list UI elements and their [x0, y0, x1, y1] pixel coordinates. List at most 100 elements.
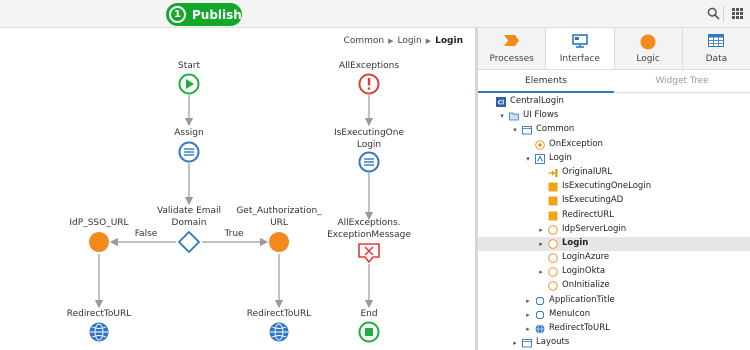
svg-text:Cl: Cl [498, 100, 504, 107]
tree-item[interactable]: ▸ Layouts [478, 336, 750, 350]
false-branch-label: False [135, 229, 158, 239]
tab-processes-label: Processes [489, 54, 534, 64]
tab-interface[interactable]: Interface [546, 28, 615, 69]
flow-icon [522, 339, 532, 348]
tree-item-label: RedirectToURL [549, 323, 610, 333]
local-variable-icon [548, 182, 558, 192]
folder-icon [509, 112, 519, 121]
idp-sso-url-label: IdP_SSO_URL [69, 218, 128, 228]
redirect-right-node[interactable] [269, 322, 289, 342]
tree-item[interactable]: OnInitialize [478, 279, 750, 293]
tree-item-label: OriginalURL [562, 166, 613, 177]
collapse-toggle-icon[interactable]: ▾ [511, 126, 519, 134]
assign-label: Assign [174, 128, 203, 138]
all-exceptions-handler-node[interactable] [358, 73, 380, 95]
tree-item-label: RedirectURL [562, 209, 614, 220]
tree-item-label: Login [549, 152, 572, 163]
expand-toggle-icon[interactable]: ▸ [524, 297, 532, 305]
tree-item-label: OnInitialize [562, 280, 610, 291]
expand-toggle-icon[interactable]: ▸ [537, 268, 545, 276]
end-node[interactable] [358, 321, 380, 343]
validate-email-label-line2: Domain [172, 218, 207, 228]
local-variable-icon [548, 196, 558, 206]
app-window: 1 Publish Common ▶ Login ▶ Login Start A… [0, 0, 750, 350]
tree-item-label: LoginOkta [562, 266, 606, 277]
collapse-toggle-icon[interactable]: ▾ [524, 155, 532, 163]
tree-item[interactable]: Cl CentralLogin [478, 95, 750, 109]
exception-message-label-line1: AllExceptions. [338, 218, 401, 228]
flow-connectors [94, 95, 374, 309]
flow-canvas[interactable]: Common ▶ Login ▶ Login Start Assign Vali… [0, 28, 475, 350]
exception-message-node[interactable] [358, 243, 380, 264]
tree-item[interactable]: OriginalURL [478, 166, 750, 180]
expand-toggle-icon[interactable]: ▸ [537, 240, 545, 248]
action-icon [548, 267, 558, 278]
input-parameter-icon [548, 168, 558, 177]
redirect-right-label: RedirectToURL [247, 309, 311, 319]
tree-item-label: Common [536, 124, 575, 135]
is-executing-one-login-label-line1: IsExecutingOne [334, 128, 405, 138]
publish-number: 1 [169, 6, 186, 23]
tab-interface-label: Interface [559, 54, 601, 64]
tree-item[interactable]: IsExecutingAD [478, 194, 750, 208]
start-label: Start [178, 61, 200, 71]
stop-icon [365, 328, 373, 336]
tree-item[interactable]: ▸ MenuIcon [478, 308, 750, 322]
search-icon[interactable] [707, 7, 720, 20]
data-table-icon [708, 34, 725, 47]
expand-toggle-icon[interactable]: ▸ [524, 325, 532, 333]
tab-processes[interactable]: Processes [478, 28, 547, 69]
end-label: End [360, 309, 377, 319]
logic-icon [640, 34, 656, 50]
tab-logic[interactable]: Logic [615, 28, 683, 69]
tree-item[interactable]: LoginAzure [478, 251, 750, 265]
tree-item[interactable]: IsExecutingOneLogin [478, 180, 750, 194]
tree-item[interactable]: ▸ ApplicationTitle [478, 294, 750, 308]
action-icon [548, 224, 558, 235]
tree-item[interactable]: ▸ LoginOkta [478, 265, 750, 279]
subtab-elements[interactable]: Elements [478, 70, 614, 93]
expand-toggle-icon[interactable]: ▸ [524, 311, 532, 319]
redirect-left-node[interactable] [89, 322, 109, 342]
tree-item[interactable]: ▾ Common [478, 123, 750, 137]
toolbar-separator [723, 6, 724, 22]
top-toolbar: 1 Publish [0, 0, 750, 28]
tree-item[interactable]: ▸ RedirectToURL [478, 322, 750, 336]
globe-icon [535, 324, 545, 334]
validate-email-domain-if-node[interactable] [177, 230, 201, 254]
start-node[interactable] [178, 73, 200, 95]
publish-label: Publish [192, 7, 242, 22]
validate-email-label-line1: Validate Email [157, 206, 221, 216]
tab-data-label: Data [705, 54, 728, 64]
assign-node[interactable] [178, 141, 200, 163]
tree-item[interactable]: RedirectURL [478, 209, 750, 223]
apps-grid-icon[interactable] [732, 8, 743, 19]
tree-item-label: Layouts [536, 337, 570, 348]
tree-item-label: ApplicationTitle [549, 294, 615, 305]
tab-data[interactable]: Data [683, 28, 750, 69]
tree-item-label: LoginAzure [562, 252, 610, 263]
subtab-widget-tree[interactable]: Widget Tree [614, 70, 750, 92]
tree-item[interactable]: ▸ IdpServerLogin [478, 223, 750, 237]
expand-toggle-icon[interactable]: ▸ [537, 226, 545, 234]
flow-diagram: Start Assign Validate Email Domain False… [67, 61, 411, 343]
tree-item-label: CentralLogin [510, 96, 564, 106]
action-icon [548, 253, 558, 263]
idp-sso-url-node[interactable] [89, 232, 109, 252]
publish-button[interactable]: 1 Publish [166, 3, 242, 26]
get-authorization-url-node[interactable] [269, 232, 289, 252]
processes-icon [503, 35, 519, 46]
tree-item[interactable]: OnException [478, 138, 750, 152]
is-executing-one-login-assign-node[interactable] [358, 151, 380, 173]
right-panel: Processes Interface Logic Data Elements … [478, 28, 750, 350]
panel-tabs: Processes Interface Logic Data [478, 28, 750, 70]
tree-item[interactable]: ▾ Login [478, 152, 750, 166]
collapse-toggle-icon[interactable]: ▾ [498, 112, 506, 120]
get-authorization-url-label-line1: Get_Authorization_ [236, 206, 322, 216]
tree-item[interactable]: ▸ Login [478, 236, 750, 252]
tree-item[interactable]: ▾ UI Flows [478, 109, 750, 123]
panel-subtabs: Elements Widget Tree [478, 70, 750, 93]
expand-toggle-icon[interactable]: ▸ [511, 339, 519, 347]
tab-logic-label: Logic [636, 54, 660, 64]
tree-item-label: MenuIcon [549, 308, 591, 319]
